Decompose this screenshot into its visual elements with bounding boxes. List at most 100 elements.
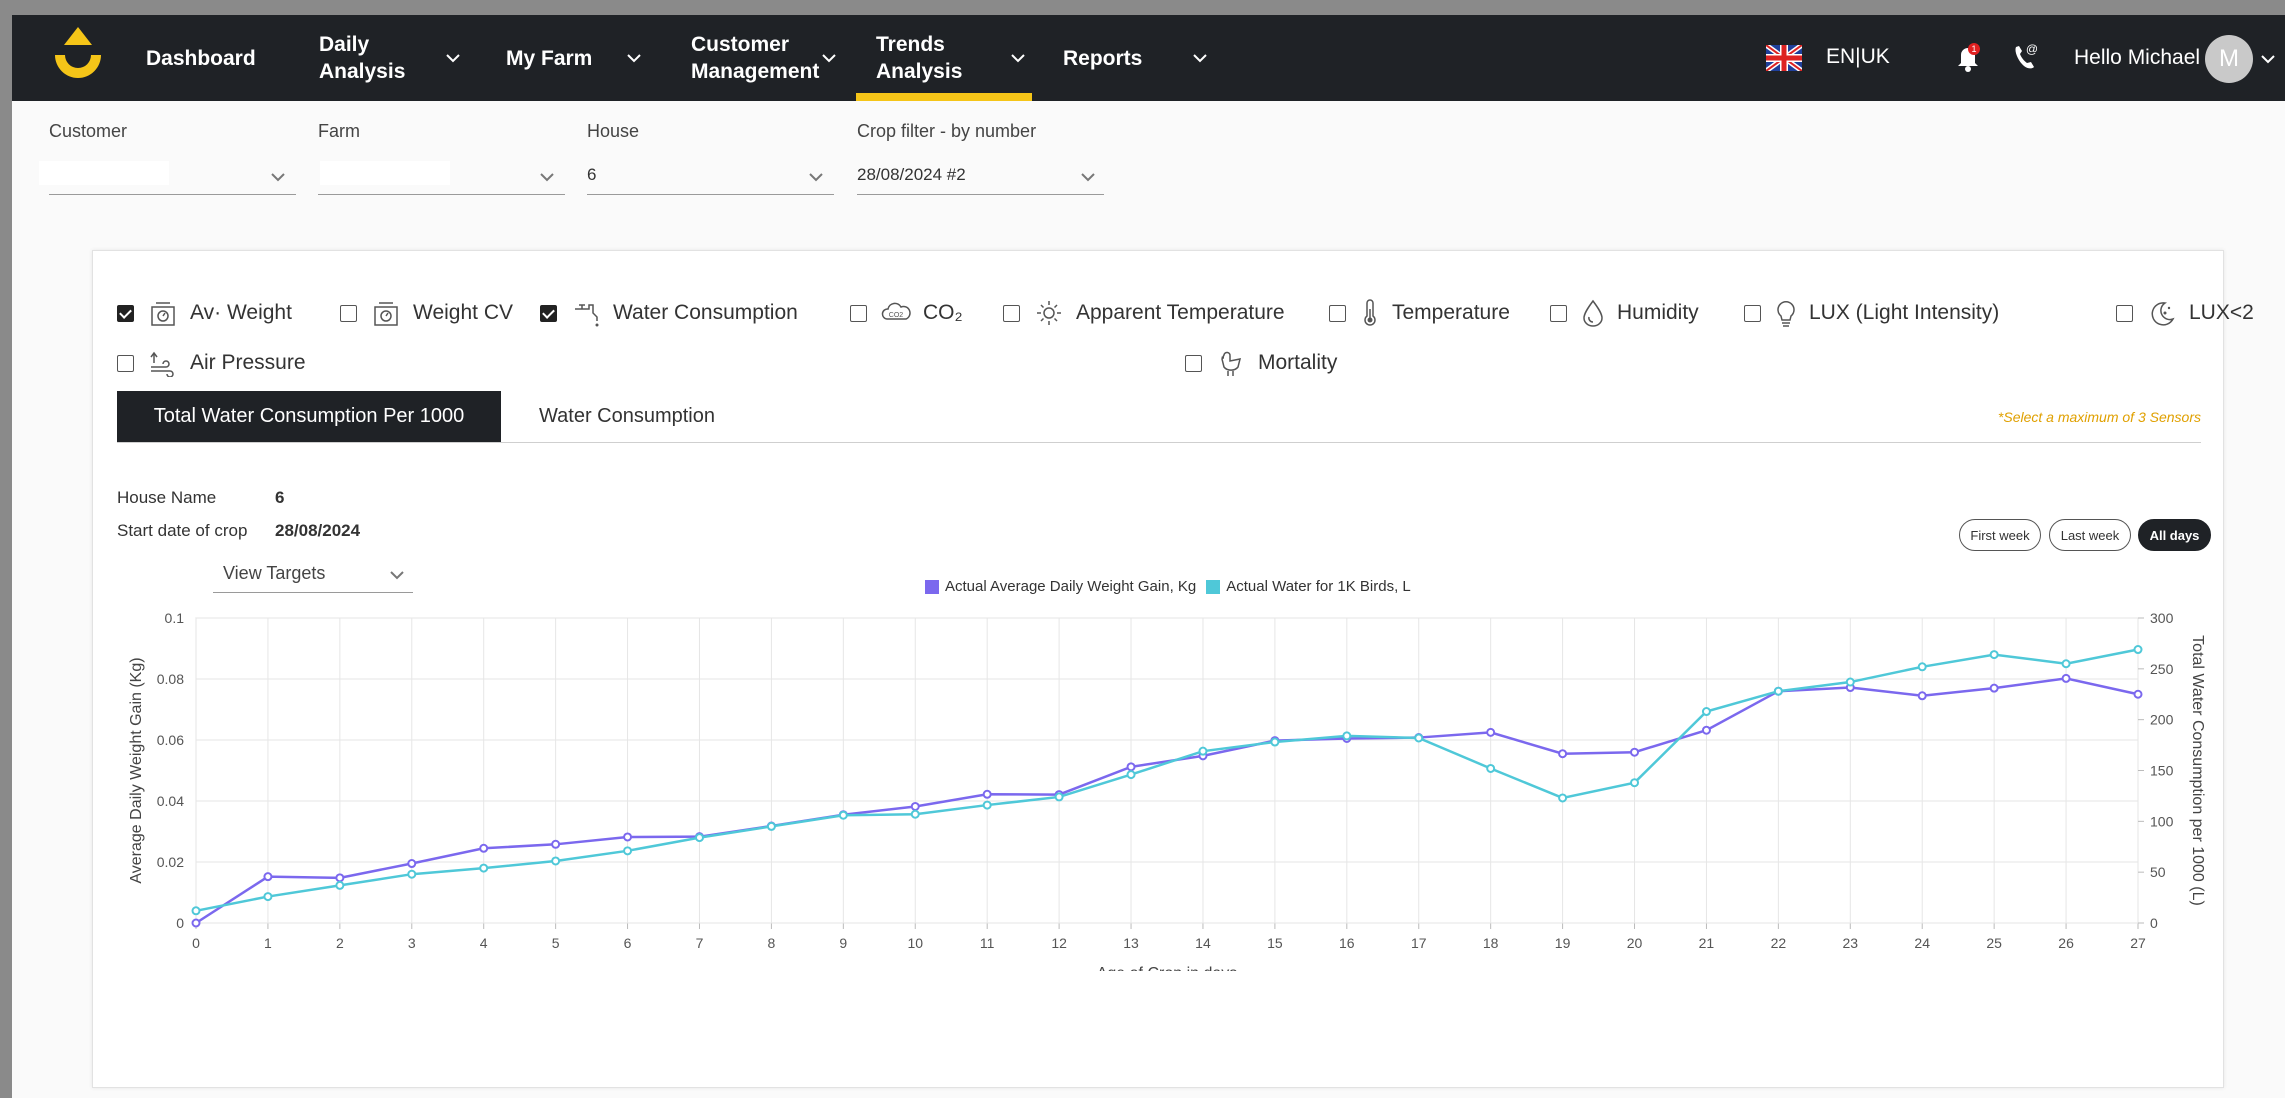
data-point — [910, 801, 920, 811]
house-value: 6 — [587, 165, 597, 184]
checkbox[interactable] — [1329, 304, 1346, 322]
last-week-button[interactable]: Last week — [2049, 519, 2131, 551]
crop-filter: Crop filter - by number 28/08/2024 #2 — [857, 121, 1104, 195]
sensor-label: LUX<2 — [2189, 301, 2254, 324]
data-point — [1989, 683, 1999, 693]
nav-daily-analysis[interactable]: Daily Analysis — [319, 15, 461, 101]
app-window: Dashboard Daily Analysis My Farm Custome… — [12, 15, 2285, 1098]
co2-cloud-icon: CO2 — [881, 302, 911, 320]
svg-text:@: @ — [2026, 42, 2038, 56]
customer-select[interactable] — [39, 157, 296, 195]
x-tick-label: 27 — [2130, 935, 2146, 951]
crop-filter-label: Crop filter - by number — [857, 121, 1037, 141]
checkbox[interactable] — [117, 304, 134, 322]
x-tick-label: 0 — [192, 935, 200, 951]
chevron-down-icon — [1193, 54, 1208, 63]
language-selector[interactable]: EN|UK — [1826, 45, 1890, 69]
sensor-lux-below-2[interactable]: LUX<2 — [2116, 298, 2254, 328]
x-tick-label: 1 — [264, 935, 272, 951]
checkbox[interactable] — [1003, 304, 1020, 322]
sensor-label: Mortality — [1258, 351, 1338, 374]
house-name-label: House Name — [117, 488, 217, 507]
nav-trends-analysis[interactable]: Trends Analysis — [855, 15, 1033, 101]
sensor-lux[interactable]: LUX (Light Intensity) — [1744, 298, 1999, 328]
sensor-label: Temperature — [1392, 301, 1510, 324]
view-targets-select[interactable]: View Targets — [213, 561, 413, 593]
droplet-icon — [1583, 299, 1603, 327]
x-tick-label: 26 — [2058, 935, 2074, 951]
phone-contact-icon[interactable]: @ — [2010, 41, 2042, 73]
data-point — [1701, 707, 1711, 717]
y-tick-label: 0.02 — [157, 854, 184, 870]
crop-select[interactable]: 28/08/2024 #2 — [857, 157, 1104, 195]
y2-tick-label: 50 — [2150, 864, 2166, 880]
x-tick-label: 9 — [839, 935, 847, 951]
house-filter: House 6 — [587, 121, 834, 195]
y-axis-title: Average Daily Weight Gain (Kg) — [128, 657, 145, 883]
checkbox[interactable] — [540, 304, 557, 322]
sensor-av-weight[interactable]: Av· Weight — [117, 298, 292, 328]
bell-icon[interactable]: 1 — [1953, 41, 1983, 73]
house-select[interactable]: 6 — [587, 157, 834, 195]
nav-customer-management[interactable]: Customer Management — [691, 15, 837, 101]
data-point — [838, 810, 848, 820]
x-tick-label: 18 — [1483, 935, 1499, 951]
checkbox[interactable] — [1185, 354, 1202, 372]
data-point — [263, 892, 273, 902]
trends-card: Av· Weight Weight CV Water Consumption C… — [92, 250, 2254, 1088]
sensor-temperature[interactable]: Temperature — [1329, 298, 1510, 328]
tab-total-water-consumption[interactable]: Total Water Consumption Per 1000 — [117, 391, 501, 442]
app-logo[interactable] — [47, 25, 109, 95]
checkbox[interactable] — [850, 304, 867, 322]
data-point — [694, 833, 704, 843]
nav-dashboard[interactable]: Dashboard — [146, 15, 256, 101]
sensor-mortality[interactable]: Mortality — [1185, 348, 1337, 378]
sensor-air-pressure[interactable]: Air Pressure — [117, 348, 306, 378]
data-point — [1701, 725, 1711, 735]
tab-water-consumption[interactable]: Water Consumption — [501, 391, 753, 442]
x-tick-label: 6 — [624, 935, 632, 951]
chevron-down-icon — [390, 571, 404, 580]
nav-my-farm[interactable]: My Farm — [506, 15, 642, 101]
x-tick-label: 5 — [552, 935, 560, 951]
sensor-weight-cv[interactable]: Weight CV — [340, 298, 513, 328]
avatar[interactable]: M — [2205, 35, 2253, 83]
x-tick-label: 15 — [1267, 935, 1283, 951]
all-days-button[interactable]: All days — [2138, 519, 2211, 551]
data-point — [407, 859, 417, 869]
sensor-co2[interactable]: CO2 CO₂ — [850, 298, 963, 328]
data-point — [1342, 731, 1352, 741]
data-point — [1630, 747, 1640, 757]
farm-select[interactable] — [318, 157, 565, 195]
top-navbar: Dashboard Daily Analysis My Farm Custome… — [12, 15, 2285, 101]
data-point — [551, 856, 561, 866]
x-tick-label: 2 — [336, 935, 344, 951]
sensor-humidity[interactable]: Humidity — [1550, 298, 1699, 328]
data-point — [1845, 677, 1855, 687]
x-tick-label: 25 — [1986, 935, 2002, 951]
checkbox[interactable] — [1744, 304, 1761, 322]
checkbox[interactable] — [1550, 304, 1567, 322]
x-tick-label: 10 — [907, 935, 923, 951]
y-tick-label: 0.06 — [157, 732, 184, 748]
chevron-down-icon — [822, 54, 837, 63]
chevron-down-icon — [1011, 54, 1026, 63]
y-tick-label: 0 — [176, 915, 184, 931]
moon-icon — [2151, 302, 2175, 326]
sensor-apparent-temperature[interactable]: Apparent Temperature — [1003, 298, 1285, 328]
x-tick-label: 23 — [1843, 935, 1859, 951]
first-week-button[interactable]: First week — [1959, 519, 2041, 551]
checkbox[interactable] — [340, 304, 357, 322]
sensor-water-consumption[interactable]: Water Consumption — [540, 298, 798, 328]
checkbox[interactable] — [117, 354, 134, 372]
data-point — [2061, 659, 2071, 669]
chevron-down-icon[interactable] — [2260, 51, 2276, 67]
chevron-down-icon — [271, 173, 285, 182]
nav-daily-analysis-label: Daily Analysis — [319, 33, 406, 83]
checkbox[interactable] — [2116, 304, 2133, 322]
data-point — [191, 918, 201, 928]
uk-flag-icon[interactable] — [1766, 45, 1802, 71]
nav-reports[interactable]: Reports — [1063, 15, 1208, 101]
data-point — [1558, 793, 1568, 803]
house-name-value: 6 — [275, 488, 285, 507]
